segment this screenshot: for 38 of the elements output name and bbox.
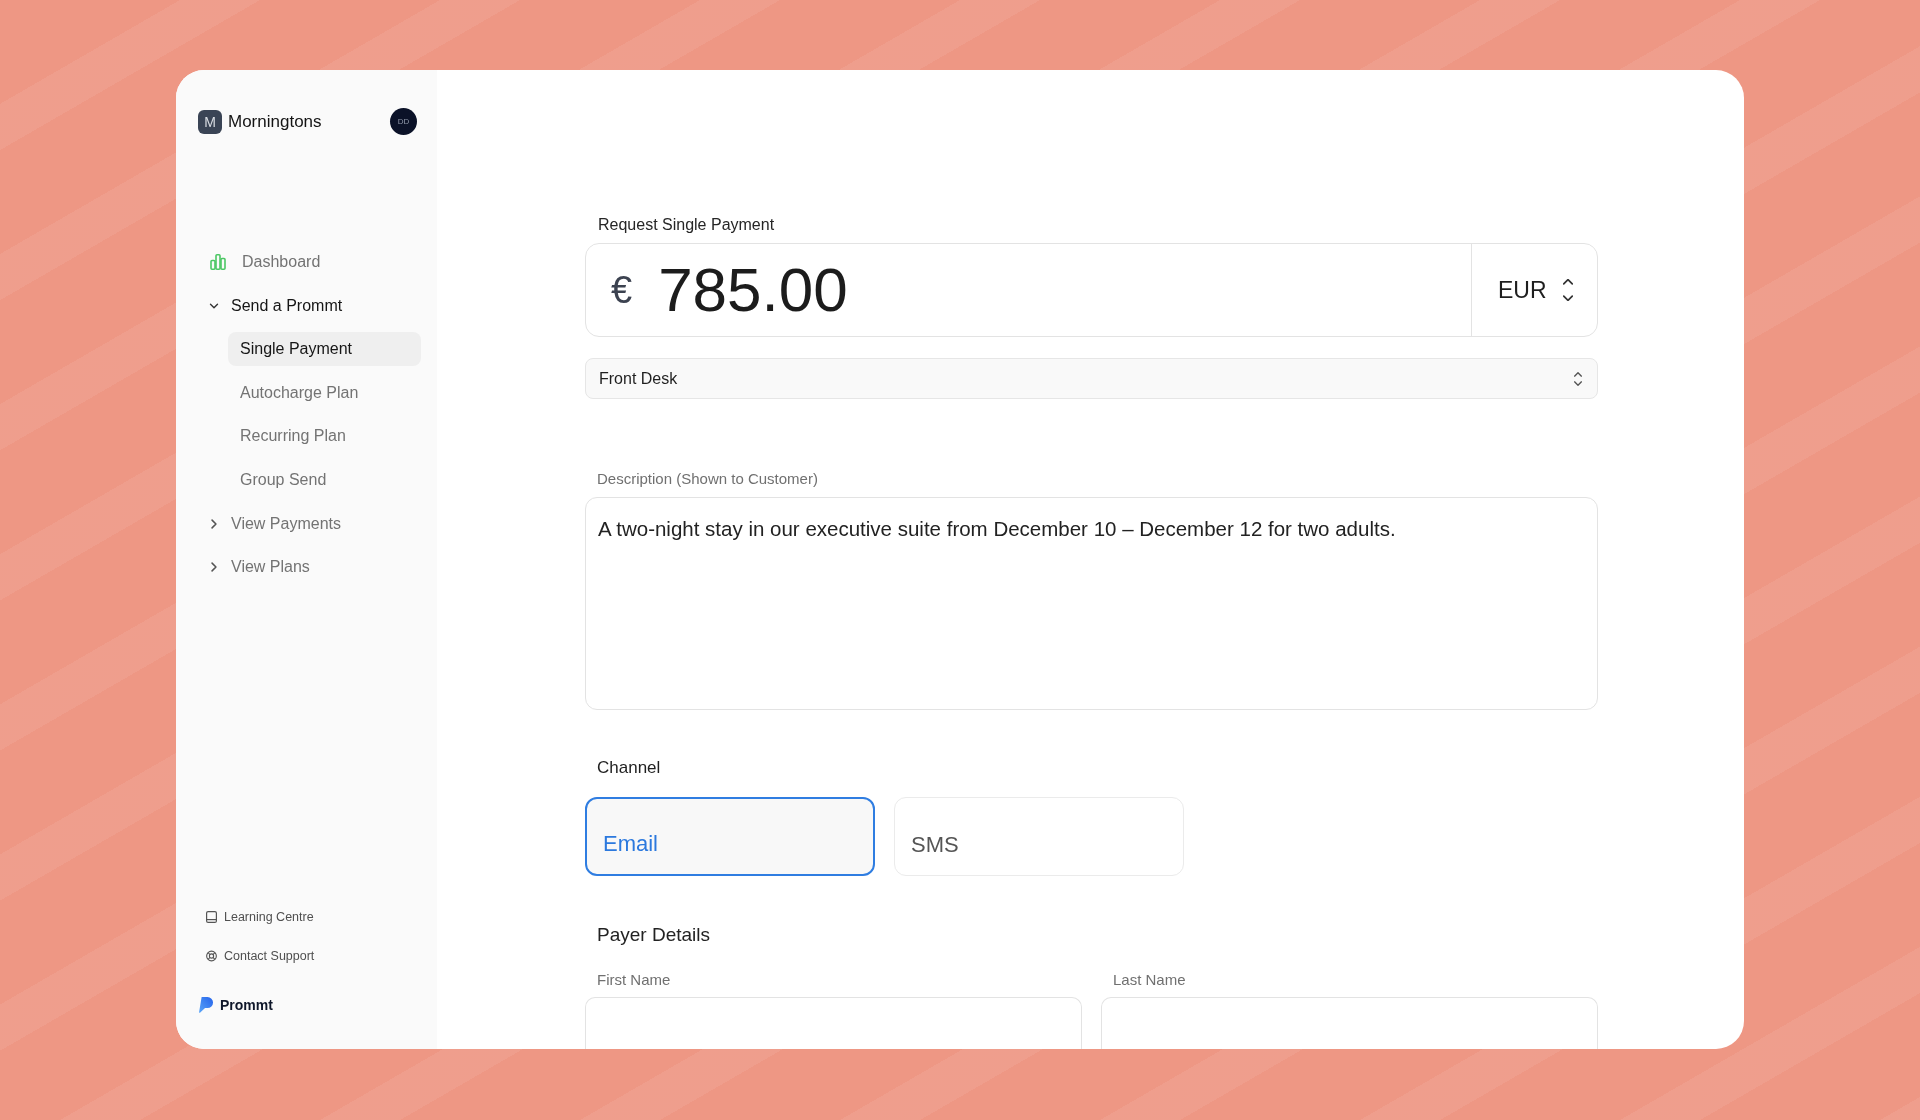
nav-group-toggle[interactable]: View Payments <box>198 506 417 541</box>
nav-group-toggle[interactable]: View Plans <box>198 550 417 585</box>
amount-input[interactable]: 785.00 <box>658 253 1471 327</box>
book-icon <box>206 911 217 923</box>
chevron-right-icon <box>209 562 219 573</box>
workspace-name: Morningtons <box>228 111 322 132</box>
field-label: Last Name <box>1112 971 1187 989</box>
description-field[interactable]: A two-night stay in our executive suite from December 10 – December 12 for two adults. <box>585 497 1598 710</box>
workspace-initial: M <box>198 109 222 134</box>
footer-link[interactable]: Contact Support <box>198 942 417 970</box>
currency-select[interactable]: EUR <box>1471 244 1597 336</box>
brand-name: Prommt <box>220 996 273 1015</box>
section-label: Channel <box>596 758 662 778</box>
channel-option[interactable]: Email <box>585 797 875 876</box>
lifebuoy-icon <box>206 950 217 962</box>
form-title: Request Single Payment <box>597 215 776 235</box>
nav-link[interactable]: Single Payment <box>228 332 421 367</box>
nav-group-toggle[interactable]: Send a Prommt <box>198 288 417 323</box>
footer-link[interactable]: Learning Centre <box>198 903 417 931</box>
currency-symbol: € <box>611 268 633 312</box>
nav-link[interactable]: Dashboard <box>198 245 417 279</box>
location-select[interactable]: Front Desk <box>585 358 1598 399</box>
text-field[interactable] <box>1101 997 1598 1049</box>
field-label: First Name <box>596 971 672 989</box>
field-label: Description (Shown to Customer) <box>596 470 819 488</box>
nav-link[interactable]: Autocharge Plan <box>228 375 421 410</box>
chevron-up-down-icon <box>1562 279 1573 301</box>
nav-link[interactable]: Recurring Plan <box>228 419 421 454</box>
amount-field[interactable]: € 785.00 EUR <box>585 243 1598 337</box>
nav-link[interactable]: Group Send <box>228 462 421 497</box>
chevron-up-down-icon <box>1574 371 1582 386</box>
brand-logo-icon <box>198 997 214 1013</box>
text-field[interactable] <box>585 997 1082 1049</box>
user-avatar[interactable]: DD <box>390 108 417 135</box>
bar-chart-icon <box>210 254 226 270</box>
chevron-right-icon <box>209 518 219 529</box>
channel-option[interactable]: SMS <box>894 797 1184 876</box>
section-label: Payer Details <box>596 924 711 946</box>
